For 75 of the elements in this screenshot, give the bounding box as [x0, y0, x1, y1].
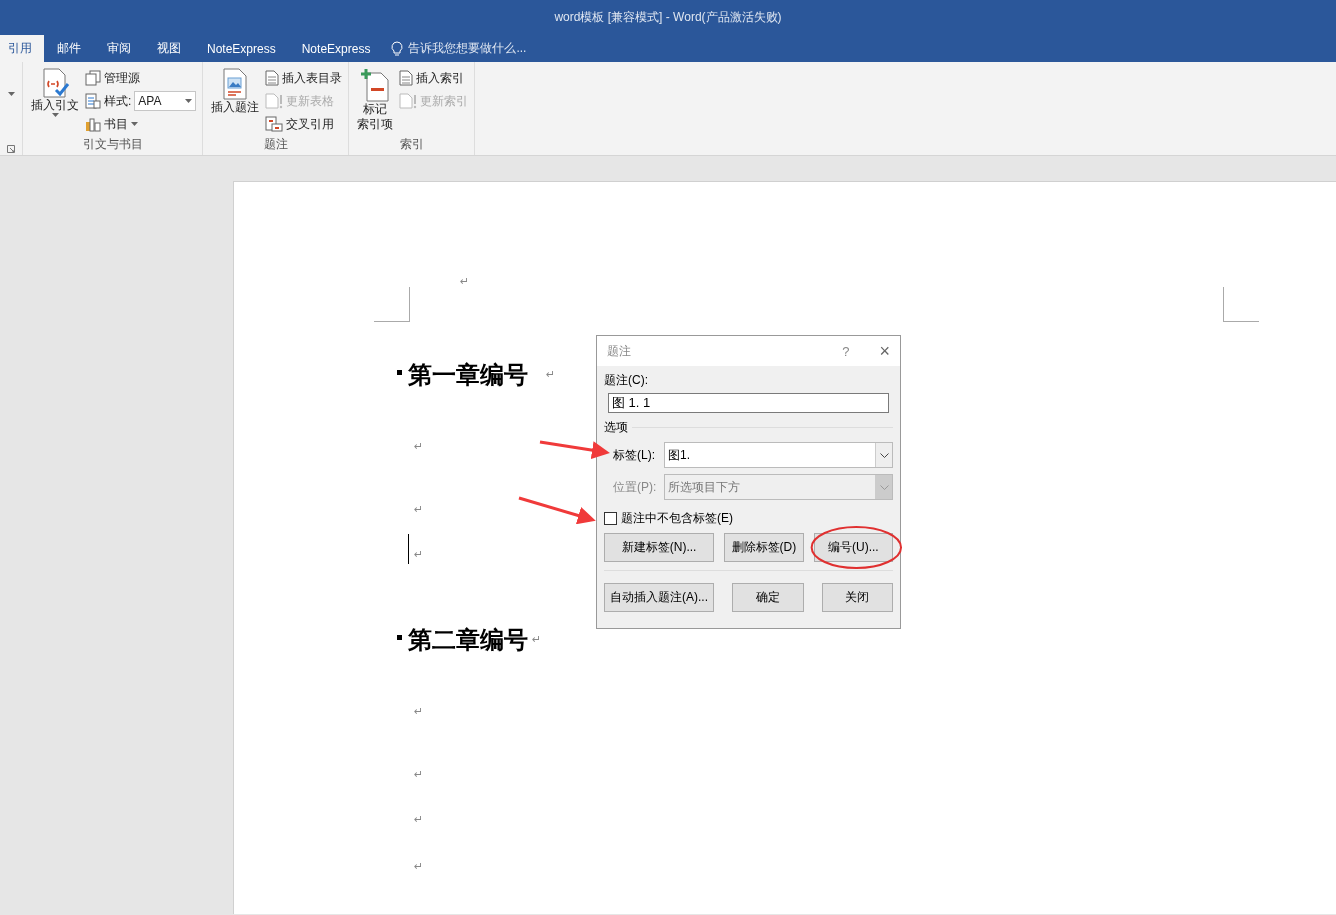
- checkbox-label: 题注中不包含标签(E): [621, 510, 733, 527]
- ribbon-tab[interactable]: NoteExpress: [194, 35, 289, 62]
- document-icon: [399, 70, 414, 86]
- ribbon-tab[interactable]: NoteExpress: [288, 35, 384, 62]
- dialog-button[interactable]: 新建标签(N)...: [604, 533, 715, 562]
- launcher-icon: [7, 145, 15, 153]
- cross-reference-icon: [265, 116, 284, 132]
- bullet-icon: [397, 369, 402, 375]
- corner-mark: [374, 287, 410, 322]
- ribbon-button[interactable]: 书目: [85, 114, 197, 134]
- ribbon-button[interactable]: 插入索引: [399, 68, 469, 88]
- field-label: 位置(P):: [613, 478, 658, 496]
- dialog-button[interactable]: 自动插入题注(A)...: [604, 583, 714, 612]
- chevron-down-icon: [879, 452, 889, 458]
- annotation-arrow: [539, 440, 610, 460]
- bullet-icon: [397, 634, 402, 640]
- dialog-button[interactable]: 删除标签(D): [724, 533, 804, 562]
- ribbon-button[interactable]: 标记 索引项: [355, 66, 396, 134]
- tell-me-field[interactable]: 告诉我您想要做什么...: [408, 40, 527, 57]
- stacked-documents-icon: [85, 70, 101, 86]
- dialog-title: 题注: [607, 342, 632, 360]
- dialog-button[interactable]: 编号(U)...: [813, 533, 893, 562]
- text-cursor: [408, 534, 409, 564]
- caret-icon: [7, 92, 15, 96]
- books-icon: [85, 116, 101, 132]
- document-exclamation-icon: [399, 93, 418, 109]
- ribbon-tab[interactable]: 引用: [0, 35, 44, 62]
- paragraph-mark: ↵: [413, 860, 424, 873]
- style-label: 样式:: [104, 92, 132, 110]
- checkbox[interactable]: [604, 512, 617, 525]
- caption-field[interactable]: 图 1. 1: [608, 393, 889, 413]
- ribbon-button[interactable]: 插入题注: [209, 66, 262, 134]
- group-label: 题注: [262, 136, 289, 153]
- close-button[interactable]: ×: [879, 340, 890, 362]
- paragraph-mark: ↵: [545, 367, 556, 381]
- citation-icon: [40, 68, 70, 98]
- paragraph-mark: ↵: [413, 768, 424, 781]
- heading-text: 第二章编号: [408, 625, 528, 655]
- group-label: 引文与书目: [81, 136, 144, 153]
- section-label: 选项: [604, 419, 628, 436]
- document-exclamation-icon: [265, 93, 284, 109]
- dialog-button[interactable]: 关闭: [821, 583, 893, 612]
- caret-icon: [51, 113, 59, 117]
- ribbon-tab[interactable]: 邮件: [44, 35, 94, 62]
- ribbon-tab[interactable]: 审阅: [94, 35, 144, 62]
- paragraph-mark: ↵: [531, 632, 542, 646]
- chevron-down-icon: [879, 484, 889, 490]
- ribbon-button[interactable]: 插入引文: [29, 66, 81, 134]
- style-dropdown[interactable]: APA: [134, 91, 197, 111]
- paragraph-mark: ↵: [413, 503, 424, 516]
- dialog-button[interactable]: 确定: [732, 583, 804, 612]
- document-plus-icon: [360, 68, 391, 102]
- document-image-icon: [222, 68, 249, 100]
- ribbon-button[interactable]: 插入表目录: [265, 68, 343, 88]
- ribbon-button[interactable]: 交叉引用: [265, 114, 343, 134]
- ribbon-tab[interactable]: 视图: [144, 35, 194, 62]
- dropdown-field[interactable]: 图1.: [664, 442, 893, 468]
- document-icon: [265, 70, 280, 86]
- paragraph-mark: ↵: [413, 548, 424, 561]
- style-list-icon: [85, 93, 101, 109]
- paragraph-mark: ↵: [413, 440, 424, 453]
- heading-text: 第一章编号: [408, 360, 528, 390]
- group-label: 索引: [398, 136, 425, 153]
- help-button[interactable]: ?: [842, 343, 850, 359]
- window-title: word模板 [兼容模式] - Word(产品激活失败): [554, 9, 782, 26]
- ribbon-button[interactable]: 管理源: [85, 68, 197, 88]
- corner-mark: [1223, 287, 1259, 322]
- caret-icon: [131, 122, 138, 126]
- lightbulb-icon: [391, 40, 404, 57]
- paragraph-mark: ↵: [413, 705, 424, 718]
- caret-icon: [185, 99, 193, 103]
- field-label: 标签(L):: [613, 446, 656, 464]
- field-label: 题注(C):: [604, 372, 649, 389]
- paragraph-mark: ↵: [459, 275, 470, 288]
- paragraph-mark: ↵: [413, 813, 424, 826]
